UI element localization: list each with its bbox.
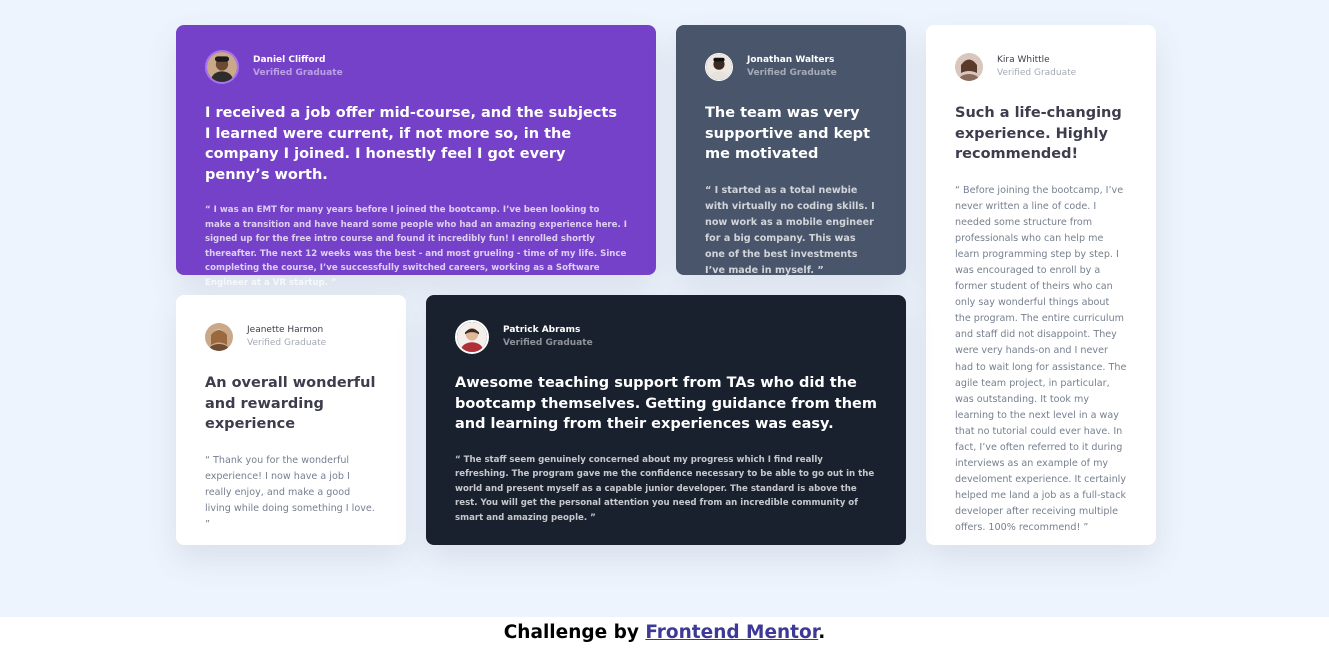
testimonial-card-daniel: Daniel Clifford Verified Graduate I rece…: [176, 25, 656, 288]
card-header: Jonathan Walters Verified Graduate: [705, 49, 877, 85]
author-info: Jeanette Harmon Verified Graduate: [247, 324, 326, 350]
page: Daniel Clifford Verified Graduate I rece…: [0, 0, 1329, 655]
author-role: Verified Graduate: [747, 68, 837, 78]
card-header: Daniel Clifford Verified Graduate: [205, 49, 627, 85]
author-name: Patrick Abrams: [503, 325, 581, 335]
author-role: Verified Graduate: [503, 338, 593, 348]
testimonials-section: Daniel Clifford Verified Graduate I rece…: [0, 0, 1329, 617]
testimonial-quote: “ I started as a total newbie with virtu…: [705, 184, 875, 276]
attribution-prefix: Challenge by: [503, 622, 646, 643]
avatar-jeanette-icon: [205, 323, 233, 351]
avatar-kira-icon: [955, 53, 983, 81]
author-role: Verified Graduate: [253, 68, 343, 78]
frontend-mentor-link[interactable]: Frontend Mentor: [645, 622, 818, 643]
author-info: Daniel Clifford Verified Graduate: [253, 54, 343, 80]
card-header: Jeanette Harmon Verified Graduate: [205, 319, 377, 355]
author-name: Jeanette Harmon: [247, 325, 324, 335]
author-info: Patrick Abrams Verified Graduate: [503, 324, 593, 350]
author-info: Kira Whittle Verified Graduate: [997, 54, 1076, 80]
avatar-jonathan-icon: [705, 53, 733, 81]
testimonial-quote: “ I was an EMT for many years before I j…: [205, 205, 627, 288]
testimonial-quote: “ Before joining the bootcamp, I’ve neve…: [955, 184, 1127, 534]
author-name: Kira Whittle: [997, 55, 1050, 65]
testimonial-headline: Awesome teaching support from TAs who di…: [455, 375, 877, 432]
author-info: Jonathan Walters Verified Graduate: [747, 54, 837, 80]
testimonial-card-jonathan: Jonathan Walters Verified Graduate The t…: [676, 25, 906, 276]
testimonial-headline: Such a life-changing experience. Highly …: [955, 105, 1122, 162]
author-role: Verified Graduate: [997, 68, 1077, 78]
testimonial-card-kira: Kira Whittle Verified Graduate Such a li…: [926, 25, 1156, 545]
card-header: Patrick Abrams Verified Graduate: [455, 319, 877, 355]
avatar-daniel-icon: [205, 50, 239, 84]
testimonial-card-patrick: Patrick Abrams Verified Graduate Awesome…: [426, 295, 906, 545]
avatar-patrick-icon: [455, 320, 489, 354]
author-name: Daniel Clifford: [253, 55, 326, 65]
card-header: Kira Whittle Verified Graduate: [955, 49, 1127, 85]
attribution-footer: Challenge by Frontend Mentor.: [0, 617, 1329, 655]
author-role: Verified Graduate: [247, 338, 327, 348]
testimonial-headline: An overall wonderful and rewarding exper…: [205, 375, 376, 432]
author-name: Jonathan Walters: [747, 55, 835, 65]
testimonial-headline: I received a job offer mid-course, and t…: [205, 105, 617, 183]
testimonial-quote: “ The staff seem genuinely concerned abo…: [455, 454, 875, 523]
attribution-suffix: .: [818, 622, 826, 643]
testimonial-quote: “ Thank you for the wonderful experience…: [205, 454, 375, 530]
testimonial-card-jeanette: Jeanette Harmon Verified Graduate An ove…: [176, 295, 406, 545]
testimonial-headline: The team was very supportive and kept me…: [705, 105, 870, 162]
